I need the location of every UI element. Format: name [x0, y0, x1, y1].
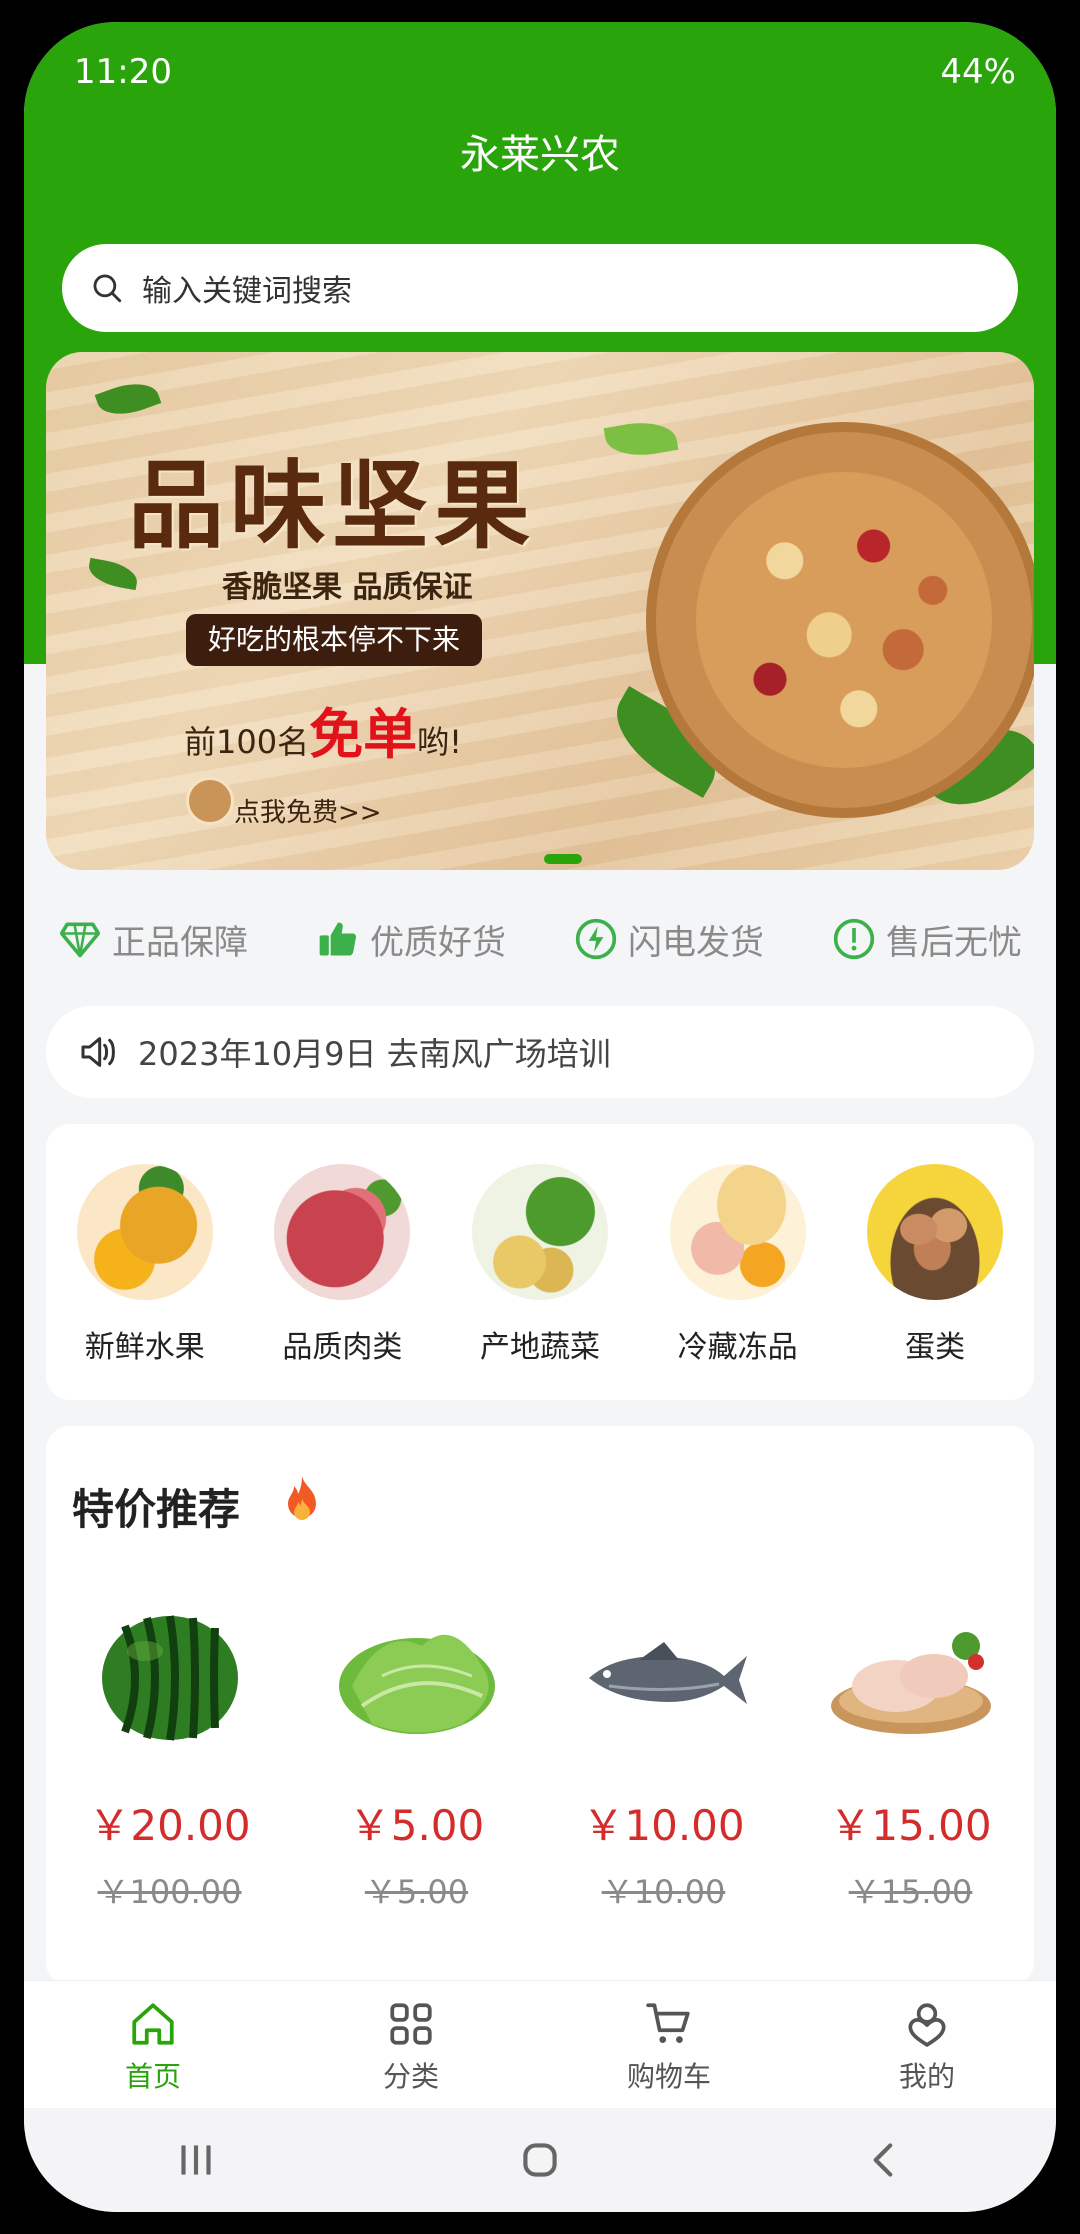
profile-icon — [908, 2003, 946, 2047]
banner-subtitle: 香脆坚果 品质保证 — [222, 570, 473, 605]
cart-icon — [646, 2003, 690, 2043]
lightning-icon — [575, 918, 617, 960]
special-offers-section: 特价推荐 ￥20.00 ￥100.00 ￥5.00 ￥5.00 ￥10.00 ￥… — [46, 1426, 1034, 1986]
speaker-icon — [81, 1037, 115, 1067]
chicken-image — [830, 1632, 991, 1734]
lettuce-image — [338, 1634, 495, 1734]
product-card[interactable]: ￥20.00 ￥100.00 — [55, 1606, 285, 1913]
feature-label: 正品保障 — [112, 922, 248, 963]
feature-item: 正品保障 — [58, 915, 248, 964]
section-title: 特价推荐 — [72, 1485, 241, 1534]
banner-promo: 前100名免单哟! — [184, 690, 462, 769]
status-bar: 11:20 44% — [24, 22, 1056, 120]
product-card[interactable]: ￥10.00 ￥10.00 — [549, 1606, 779, 1913]
hamster-icon — [186, 777, 234, 825]
promo-suffix: 哟! — [417, 723, 462, 761]
category-meat[interactable]: 品质肉类 — [252, 1164, 432, 1400]
category-vegetables[interactable]: 产地蔬菜 — [450, 1164, 630, 1400]
grid-icon — [390, 2003, 432, 2045]
product-original-price: ￥15.00 — [848, 1873, 973, 1911]
product-card[interactable]: ￥15.00 ￥15.00 — [796, 1606, 1026, 1913]
battery-level: 44% — [940, 52, 1016, 92]
feature-item: 闪电发货 — [574, 915, 764, 964]
product-price: ￥10.00 — [582, 1801, 745, 1850]
product-card[interactable]: ￥5.00 ￥5.00 — [302, 1606, 532, 1913]
carousel-indicator[interactable] — [544, 854, 582, 864]
status-time: 11:20 — [74, 52, 172, 92]
vegetable-image — [471, 1164, 608, 1300]
meat-image — [274, 1164, 411, 1300]
tab-cart[interactable]: 购物车 — [569, 1981, 769, 2108]
app-screen: 11:20 44% 永莱兴农 输入关键词搜索 品味坚果 香脆坚果 品质保证 好吃… — [24, 22, 1056, 2212]
search-bar[interactable]: 输入关键词搜索 — [62, 244, 1018, 332]
bottom-tab-bar: 首页 分类 购物车 我的 — [24, 1980, 1056, 2108]
promo-prefix: 前100名 — [184, 723, 310, 761]
tab-home[interactable]: 首页 — [53, 1981, 253, 2108]
banner-title: 品味坚果 — [128, 449, 536, 562]
page-title: 永莱兴农 — [460, 132, 620, 178]
feature-item: 优质好货 — [316, 915, 506, 964]
product-list: ￥20.00 ￥100.00 ￥5.00 ￥5.00 ￥10.00 ￥10.00… — [46, 1606, 1034, 1913]
category-fruit[interactable]: 新鲜水果 — [55, 1164, 235, 1400]
feature-label: 优质好货 — [370, 922, 506, 963]
eggs-image — [867, 1164, 1004, 1300]
category-frozen[interactable]: 冷藏冻品 — [648, 1164, 828, 1400]
service-features: 正品保障 优质好货 闪电发货 售后无忧 — [24, 904, 1056, 974]
feature-item: 售后无忧 — [832, 915, 1022, 964]
tab-label: 首页 — [124, 2060, 181, 2093]
category-label: 冷藏冻品 — [677, 1330, 798, 1365]
promo-highlight: 免单 — [309, 703, 418, 766]
feature-label: 闪电发货 — [628, 922, 764, 963]
fish-image — [588, 1642, 747, 1704]
category-eggs[interactable]: 蛋类 — [845, 1164, 1025, 1400]
banner-slogan: 好吃的根本停不下来 — [186, 614, 483, 666]
fruit-image — [76, 1164, 213, 1300]
search-placeholder: 输入关键词搜索 — [142, 274, 352, 309]
tab-label: 分类 — [382, 2060, 439, 2093]
product-original-price: ￥10.00 — [601, 1873, 726, 1911]
back-icon[interactable] — [859, 2135, 909, 2185]
tab-category[interactable]: 分类 — [311, 1981, 511, 2108]
promo-banner[interactable]: 品味坚果 香脆坚果 品质保证 好吃的根本停不下来 前100名免单哟! 点我免费>… — [46, 352, 1034, 870]
product-original-price: ￥5.00 — [364, 1873, 469, 1911]
system-nav-bar — [24, 2108, 1056, 2212]
banner-cta[interactable]: 点我免费>> — [234, 792, 382, 829]
flame-icon — [288, 1476, 316, 1520]
thumbs-up-icon — [319, 922, 357, 956]
nut-bowl-image — [646, 422, 1034, 818]
tab-profile[interactable]: 我的 — [827, 1981, 1027, 2108]
category-label: 蛋类 — [905, 1330, 966, 1365]
frozen-food-image — [669, 1164, 806, 1300]
category-label: 产地蔬菜 — [479, 1330, 600, 1365]
notice-text: 2023年10月9日 去南风广场培训 — [138, 1035, 611, 1073]
category-grid: 新鲜水果 品质肉类 产地蔬菜 冷藏冻品 蛋类 — [46, 1124, 1034, 1400]
product-price: ￥15.00 — [829, 1801, 992, 1850]
diamond-icon — [59, 922, 101, 958]
feature-label: 售后无忧 — [886, 922, 1022, 963]
notice-bar[interactable]: 2023年10月9日 去南风广场培训 — [46, 1006, 1034, 1098]
watermelon-image — [101, 1615, 238, 1741]
tab-label: 我的 — [898, 2060, 955, 2093]
category-label: 品质肉类 — [282, 1330, 403, 1365]
product-price: ￥20.00 — [88, 1801, 251, 1850]
exclamation-icon — [833, 918, 875, 960]
product-price: ￥5.00 — [348, 1801, 485, 1850]
phone-frame: 11:20 44% 永莱兴农 输入关键词搜索 品味坚果 香脆坚果 品质保证 好吃… — [0, 0, 1080, 2234]
recent-apps-icon[interactable] — [171, 2135, 221, 2185]
search-icon — [93, 274, 122, 303]
home-icon — [132, 2003, 174, 2045]
mixed-nuts — [696, 472, 992, 768]
home-button-icon[interactable] — [515, 2135, 565, 2185]
product-original-price: ￥100.00 — [97, 1873, 242, 1911]
tab-label: 购物车 — [626, 2060, 711, 2093]
category-label: 新鲜水果 — [84, 1330, 205, 1365]
